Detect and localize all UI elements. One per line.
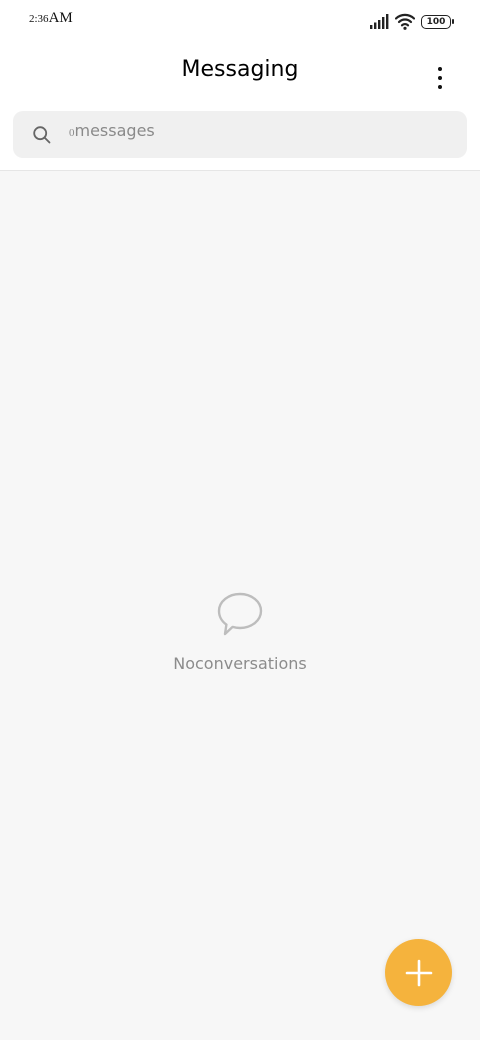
wifi-icon: [395, 13, 415, 30]
battery-level: 100: [426, 16, 446, 27]
more-vertical-icon-dot: [438, 76, 442, 80]
battery-icon: 100: [421, 15, 454, 29]
more-vertical-icon: [438, 67, 442, 71]
page-title: Messaging: [181, 57, 299, 82]
new-message-button[interactable]: [385, 939, 452, 1006]
status-time-value: 2:36: [29, 13, 49, 25]
chat-bubble-icon: [217, 592, 263, 636]
search-input[interactable]: 0messages: [13, 111, 467, 158]
signal-icon: [370, 14, 389, 29]
status-time: 2:36AM: [29, 9, 73, 27]
search-placeholder: 0messages: [69, 121, 155, 140]
more-options-button[interactable]: [424, 62, 456, 94]
more-vertical-icon-dot: [438, 85, 442, 89]
status-time-ampm: AM: [48, 10, 73, 26]
search-icon: [33, 126, 51, 144]
empty-state-message: Noconversations: [173, 654, 307, 673]
search-label: messages: [74, 121, 155, 140]
status-bar: 2:36AM 100: [0, 0, 480, 40]
plus-icon: [405, 959, 432, 986]
messaging-screen: 2:36AM 100 Messaging 0messages Noconvers…: [0, 0, 480, 1040]
app-header: Messaging 0messages: [0, 40, 480, 171]
